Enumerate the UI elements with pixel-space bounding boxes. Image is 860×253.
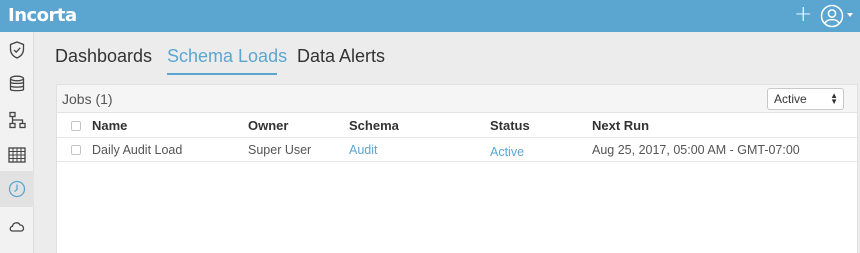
incorta-logo[interactable]: Incorta [8,5,77,26]
tab-dashboards[interactable]: Dashboards [55,46,152,67]
sidebar-item-scheduler[interactable] [0,171,34,207]
hierarchy-icon [9,111,26,129]
sidebar-item-data[interactable] [0,66,34,102]
job-owner: Super User [248,143,312,157]
status-filter-select[interactable]: Active ▲ ▼ [767,88,844,110]
tab-schema-loads[interactable]: Schema Loads [167,46,287,67]
column-header-schema[interactable]: Schema [349,118,399,133]
cloud-icon [9,222,25,232]
active-tab-indicator [167,73,277,75]
database-icon [9,75,25,92]
jobs-panel-header: Jobs (1) Active ▲ ▼ [57,85,857,113]
table-header-row: Name Owner Schema Status Next Run [57,114,857,138]
column-header-owner[interactable]: Owner [248,118,288,133]
jobs-title: Jobs (1) [62,91,113,107]
user-avatar-icon[interactable] [820,4,844,28]
job-schema-link[interactable]: Audit [349,143,378,157]
top-bar: Incorta + [0,0,860,32]
select-arrows-icon: ▲ ▼ [830,91,838,106]
grid-table-icon [8,147,26,163]
sidebar-item-security[interactable] [0,32,34,68]
row-checkbox[interactable] [71,145,81,155]
plus-icon[interactable]: + [794,4,812,26]
status-filter-value: Active [774,92,807,106]
table-row[interactable]: Daily Audit Load Super User Audit Active… [57,138,857,162]
jobs-panel: Jobs (1) Active ▲ ▼ Name Owner Schema Sta… [56,84,858,253]
sidebar-item-business-schema[interactable] [0,102,34,138]
column-header-next-run[interactable]: Next Run [592,118,649,133]
clock-icon [8,180,26,198]
job-name[interactable]: Daily Audit Load [92,143,182,157]
job-next-run: Aug 25, 2017, 05:00 AM - GMT-07:00 [592,143,800,157]
select-all-checkbox[interactable] [71,121,81,131]
column-header-status[interactable]: Status [490,118,530,133]
column-header-name[interactable]: Name [92,118,127,133]
chevron-down-icon[interactable] [847,13,853,17]
job-status-link[interactable]: Active [490,145,524,159]
tab-data-alerts[interactable]: Data Alerts [297,46,385,67]
shield-check-icon [9,41,25,59]
sidebar [0,32,34,253]
sidebar-item-catalog[interactable] [0,137,34,173]
sidebar-item-cloud[interactable] [0,208,34,244]
